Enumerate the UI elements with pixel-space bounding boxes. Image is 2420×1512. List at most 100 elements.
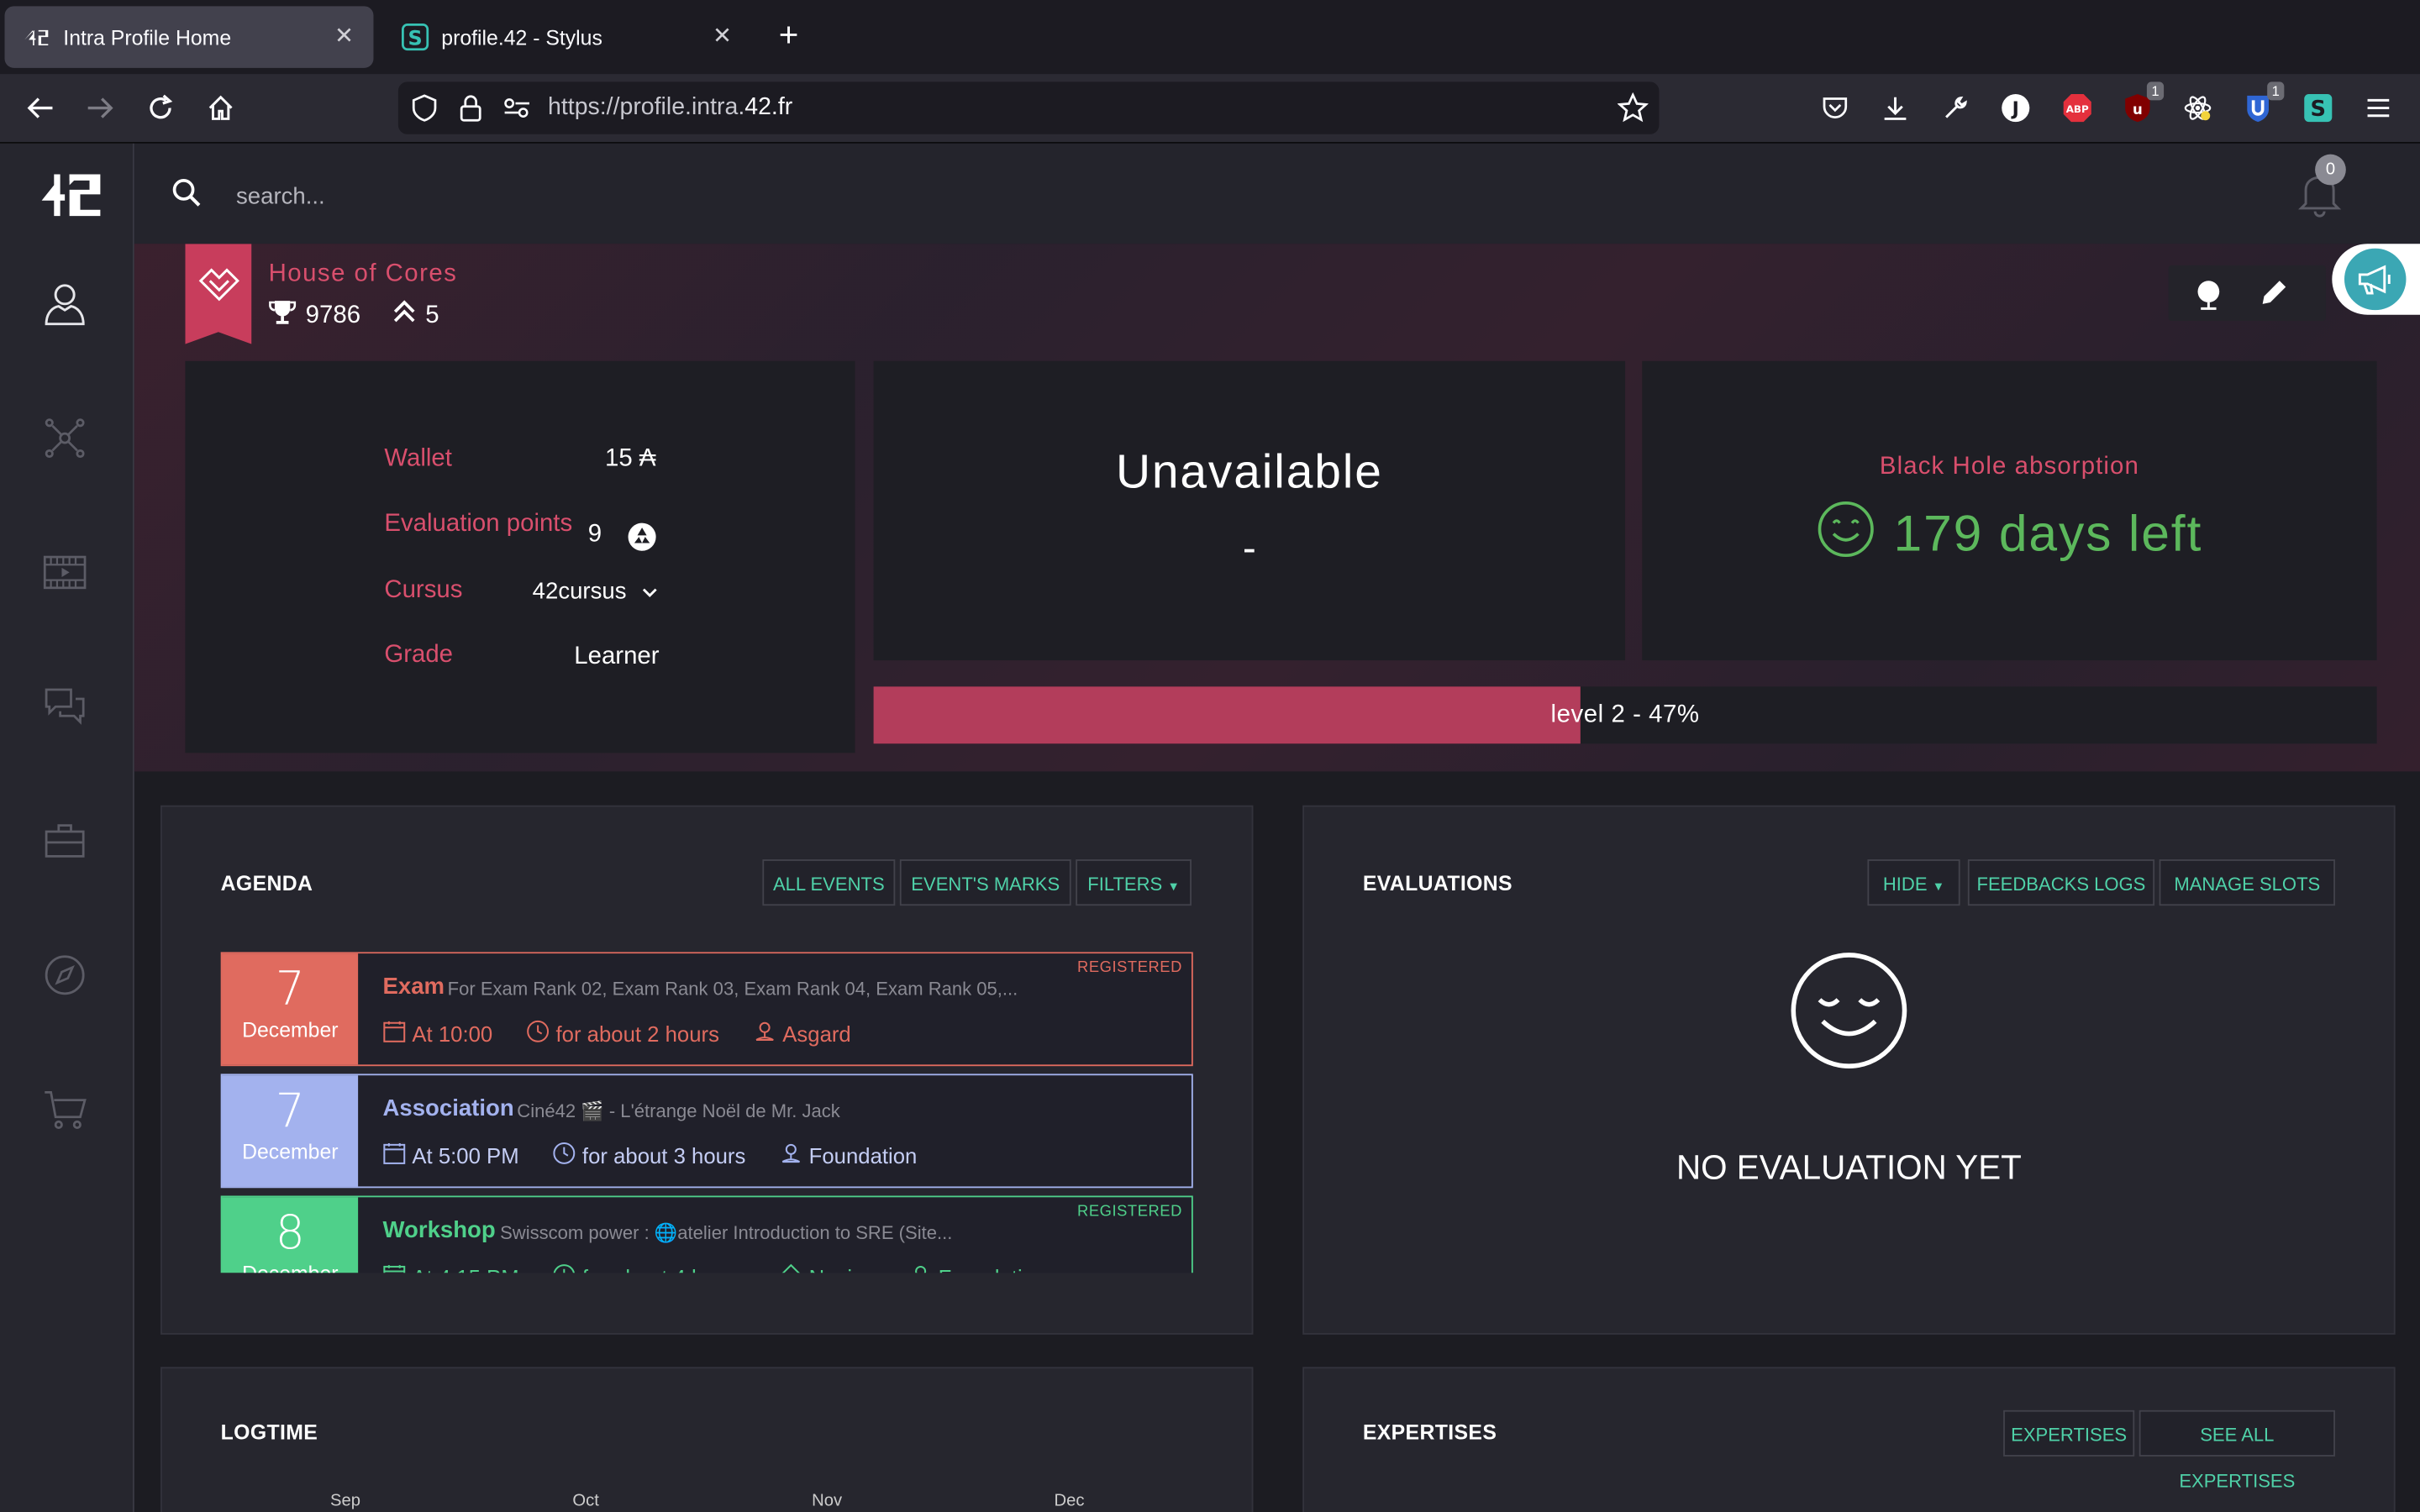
blackhole-card: Black Hole absorption 179 days left [1642, 360, 2377, 661]
logtime-month: Oct [572, 1492, 599, 1511]
j-extension-icon[interactable]: J [1999, 91, 2033, 124]
event-info: At 10:00 for about 2 hours Asgard [383, 1020, 851, 1047]
wrench-icon[interactable] [1939, 91, 1972, 124]
wallet-value: 15 ₳ [605, 445, 656, 473]
chevron-down-icon [642, 579, 657, 605]
announcements-button[interactable] [2332, 244, 2420, 315]
agenda-event-exam[interactable]: 7 December Exam For Exam Rank 02, Exam R… [220, 952, 1193, 1067]
coalition-name[interactable]: House of Cores [269, 260, 458, 288]
forum-chat-icon[interactable] [40, 682, 90, 732]
see-all-expertises-button[interactable]: SEE ALL EXPERTISES [2139, 1410, 2335, 1492]
elearning-video-icon[interactable] [40, 548, 90, 597]
smiley-sleepy-icon [1789, 950, 1909, 1078]
coalition-flag[interactable] [185, 244, 252, 344]
lock-icon[interactable] [459, 94, 483, 129]
clock-icon [553, 1263, 576, 1273]
event-description: For Exam Rank 02, Exam Rank 03, Exam Ran… [447, 978, 1018, 1000]
ublock-origin-icon[interactable]: u 1 [2121, 81, 2165, 124]
rank-chevron-icon [392, 297, 416, 333]
calendar-icon [383, 1263, 407, 1273]
logtime-title: LOGTIME [220, 1420, 318, 1445]
url-text: https://profile.intra.42.fr [548, 94, 793, 121]
blue-shield-extension-icon[interactable]: 1 [2241, 81, 2285, 124]
ublock-badge: 1 [2146, 81, 2165, 101]
downloads-icon[interactable] [1878, 91, 1912, 124]
evaluation-points-label: Evaluation points [384, 510, 573, 538]
logtime-month: Sep [330, 1492, 361, 1511]
event-location: Foundation [808, 1143, 918, 1168]
edit-pencil-icon[interactable] [2258, 278, 2289, 317]
bookmark-star-icon[interactable] [1617, 92, 1649, 131]
event-info: At 4:15 PM for about 4 hours Novice Foun… [383, 1263, 1046, 1273]
evaluation-points-value: 9 [587, 521, 602, 549]
url-bar[interactable]: https://profile.intra.42.fr [397, 81, 1660, 134]
notifications-count-badge: 0 [2315, 154, 2346, 186]
caret-down-icon: ▼ [1932, 879, 1945, 894]
tab-stylus[interactable]: S profile.42 - Stylus ✕ [383, 6, 752, 67]
tab-title: profile.42 - Stylus [441, 25, 602, 49]
location-globe-icon[interactable] [2193, 278, 2224, 320]
event-location: Asgard [782, 1021, 851, 1047]
availability-location: - [1242, 524, 1256, 571]
adblock-plus-icon[interactable]: ABP [2060, 91, 2094, 124]
cursus-value: 42cursus [532, 578, 627, 605]
agenda-event-workshop[interactable]: 8 December Workshop Swisscom power : 🌐at… [220, 1195, 1193, 1273]
reload-icon[interactable] [142, 90, 179, 127]
back-icon[interactable] [22, 90, 59, 127]
cursus-select[interactable]: 42cursus [533, 579, 658, 605]
expertises-button[interactable]: EXPERTISES [2003, 1410, 2135, 1457]
event-day: 7 [275, 963, 305, 1017]
search-input[interactable] [233, 177, 857, 215]
availability-card: Unavailable - [873, 360, 1626, 661]
pocket-icon[interactable] [1818, 91, 1852, 124]
svg-text:S: S [2311, 97, 2327, 122]
megaphone-icon [2344, 248, 2407, 311]
event-month: December [242, 1018, 339, 1042]
search-icon [171, 177, 203, 216]
stylus-extension-icon[interactable]: S [2302, 91, 2335, 124]
events-marks-button[interactable]: EVENT'S MARKS [899, 859, 1071, 906]
smiley-face-icon [1817, 500, 1876, 566]
tracking-shield-icon[interactable] [411, 94, 439, 129]
blackhole-days-left: 179 days left [1893, 503, 2203, 561]
42-favicon-icon [24, 24, 51, 51]
agenda-events-list: 7 December Exam For Exam Rank 02, Exam R… [162, 952, 1252, 1273]
companies-briefcase-icon[interactable] [40, 816, 90, 866]
react-devtools-icon[interactable] [2181, 91, 2214, 124]
recycle-icon [627, 522, 658, 560]
forward-icon[interactable] [82, 90, 118, 127]
holy-graph-icon[interactable] [40, 413, 90, 463]
close-tab-icon[interactable]: ✕ [708, 24, 736, 51]
event-type: Exam [382, 973, 445, 1000]
svg-text:S: S [408, 26, 422, 50]
tab-intra-profile-home[interactable]: Intra Profile Home ✕ [4, 6, 374, 68]
evaluations-title: EVALUATIONS [1362, 871, 1512, 895]
clock-icon [553, 1142, 576, 1169]
browser-nav-bar: https://profile.intra.42.fr J ABP u 1 1 … [0, 74, 2420, 144]
42-logo-icon[interactable] [28, 168, 105, 228]
level-diamond-icon [780, 1263, 803, 1273]
event-duration: for about 3 hours [581, 1143, 746, 1168]
site-permissions-icon[interactable] [503, 96, 531, 129]
menu-icon[interactable] [2361, 91, 2395, 124]
shop-cart-icon[interactable] [40, 1084, 90, 1134]
close-tab-icon[interactable]: ✕ [330, 24, 358, 51]
stylus-favicon-icon: S [402, 24, 429, 51]
location-pin-icon [909, 1263, 933, 1273]
compass-icon[interactable] [40, 950, 90, 1000]
hide-button[interactable]: HIDE ▼ [1867, 859, 1960, 906]
profile-user-icon[interactable] [40, 279, 90, 328]
grade-label: Grade [384, 642, 454, 669]
event-day: 7 [275, 1084, 305, 1139]
filters-button[interactable]: FILTERS ▼ [1076, 859, 1192, 906]
level-text: level 2 - 47% [1550, 701, 1700, 728]
all-events-button[interactable]: ALL EVENTS [762, 859, 896, 906]
home-icon[interactable] [203, 90, 239, 127]
coalition-score: 9786 [305, 302, 361, 328]
new-tab-button[interactable]: + [771, 18, 805, 52]
manage-slots-button[interactable]: MANAGE SLOTS [2159, 859, 2335, 906]
feedbacks-logs-button[interactable]: FEEDBACKS LOGS [1967, 859, 2155, 906]
agenda-event-association[interactable]: 7 December Association Ciné42 🎬 - L'étra… [220, 1074, 1193, 1189]
location-pin-icon [753, 1020, 776, 1047]
svg-text:ABP: ABP [2066, 103, 2089, 115]
